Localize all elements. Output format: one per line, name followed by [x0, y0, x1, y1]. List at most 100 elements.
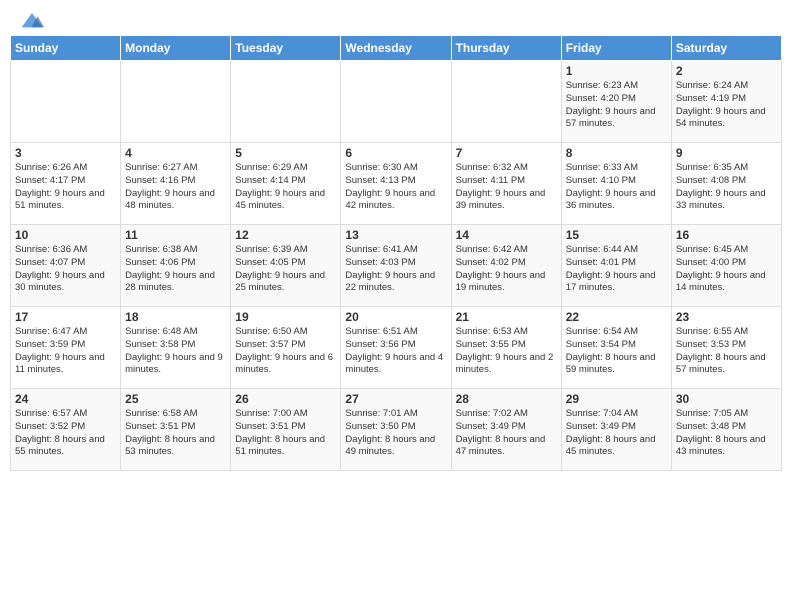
calendar-week-3: 10 Sunrise: 6:36 AM Sunset: 4:07 PM Dayli… [11, 225, 782, 307]
day-number: 7 [456, 146, 557, 160]
day-number: 25 [125, 392, 226, 406]
day-number: 11 [125, 228, 226, 242]
calendar-cell [341, 61, 451, 143]
day-detail: Sunrise: 6:51 AM Sunset: 3:56 PM Dayligh… [345, 326, 446, 377]
day-number: 17 [15, 310, 116, 324]
calendar-cell [451, 61, 561, 143]
calendar-cell [231, 61, 341, 143]
day-number: 28 [456, 392, 557, 406]
day-detail: Sunrise: 6:38 AM Sunset: 4:06 PM Dayligh… [125, 244, 226, 295]
weekday-header-wednesday: Wednesday [341, 36, 451, 61]
day-number: 29 [566, 392, 667, 406]
calendar-cell: 4 Sunrise: 6:27 AM Sunset: 4:16 PM Daylig… [121, 143, 231, 225]
weekday-header-friday: Friday [561, 36, 671, 61]
logo [20, 10, 48, 31]
weekday-header-thursday: Thursday [451, 36, 561, 61]
day-detail: Sunrise: 6:45 AM Sunset: 4:00 PM Dayligh… [676, 244, 777, 295]
day-detail: Sunrise: 6:55 AM Sunset: 3:53 PM Dayligh… [676, 326, 777, 377]
calendar: SundayMondayTuesdayWednesdayThursdayFrid… [10, 35, 782, 471]
calendar-cell: 29 Sunrise: 7:04 AM Sunset: 3:49 PM Dayli… [561, 389, 671, 471]
calendar-cell: 9 Sunrise: 6:35 AM Sunset: 4:08 PM Daylig… [671, 143, 781, 225]
calendar-cell: 28 Sunrise: 7:02 AM Sunset: 3:49 PM Dayli… [451, 389, 561, 471]
day-number: 23 [676, 310, 777, 324]
logo-icon [20, 11, 44, 31]
day-number: 8 [566, 146, 667, 160]
day-detail: Sunrise: 6:54 AM Sunset: 3:54 PM Dayligh… [566, 326, 667, 377]
day-detail: Sunrise: 6:33 AM Sunset: 4:10 PM Dayligh… [566, 162, 667, 213]
calendar-cell: 13 Sunrise: 6:41 AM Sunset: 4:03 PM Dayli… [341, 225, 451, 307]
day-number: 13 [345, 228, 446, 242]
day-number: 5 [235, 146, 336, 160]
day-number: 19 [235, 310, 336, 324]
day-number: 15 [566, 228, 667, 242]
day-number: 6 [345, 146, 446, 160]
weekday-header-saturday: Saturday [671, 36, 781, 61]
day-detail: Sunrise: 6:39 AM Sunset: 4:05 PM Dayligh… [235, 244, 336, 295]
calendar-cell: 2 Sunrise: 6:24 AM Sunset: 4:19 PM Daylig… [671, 61, 781, 143]
day-detail: Sunrise: 7:04 AM Sunset: 3:49 PM Dayligh… [566, 408, 667, 459]
day-detail: Sunrise: 7:02 AM Sunset: 3:49 PM Dayligh… [456, 408, 557, 459]
calendar-cell: 27Sunrise: 7:01 AM Sunset: 3:50 PM Dayli… [341, 389, 451, 471]
calendar-cell: 8 Sunrise: 6:33 AM Sunset: 4:10 PM Daylig… [561, 143, 671, 225]
calendar-cell [11, 61, 121, 143]
day-detail: Sunrise: 7:00 AM Sunset: 3:51 PM Dayligh… [235, 408, 336, 459]
calendar-cell: 16Sunrise: 6:45 AM Sunset: 4:00 PM Dayli… [671, 225, 781, 307]
day-number: 18 [125, 310, 226, 324]
day-detail: Sunrise: 6:35 AM Sunset: 4:08 PM Dayligh… [676, 162, 777, 213]
day-number: 26 [235, 392, 336, 406]
calendar-cell: 23 Sunrise: 6:55 AM Sunset: 3:53 PM Dayli… [671, 307, 781, 389]
day-number: 4 [125, 146, 226, 160]
calendar-cell: 14Sunrise: 6:42 AM Sunset: 4:02 PM Dayli… [451, 225, 561, 307]
calendar-week-2: 3 Sunrise: 6:26 AM Sunset: 4:17 PM Daylig… [11, 143, 782, 225]
calendar-cell: 3 Sunrise: 6:26 AM Sunset: 4:17 PM Daylig… [11, 143, 121, 225]
day-detail: Sunrise: 6:29 AM Sunset: 4:14 PM Dayligh… [235, 162, 336, 213]
day-detail: Sunrise: 6:32 AM Sunset: 4:11 PM Dayligh… [456, 162, 557, 213]
day-detail: Sunrise: 6:53 AM Sunset: 3:55 PM Dayligh… [456, 326, 557, 377]
day-number: 20 [345, 310, 446, 324]
calendar-cell: 5 Sunrise: 6:29 AM Sunset: 4:14 PM Daylig… [231, 143, 341, 225]
day-detail: Sunrise: 6:50 AM Sunset: 3:57 PM Dayligh… [235, 326, 336, 377]
day-detail: Sunrise: 6:41 AM Sunset: 4:03 PM Dayligh… [345, 244, 446, 295]
weekday-header-sunday: Sunday [11, 36, 121, 61]
day-detail: Sunrise: 6:57 AM Sunset: 3:52 PM Dayligh… [15, 408, 116, 459]
day-number: 9 [676, 146, 777, 160]
calendar-cell: 25 Sunrise: 6:58 AM Sunset: 3:51 PM Dayli… [121, 389, 231, 471]
page-container: SundayMondayTuesdayWednesdayThursdayFrid… [0, 0, 792, 471]
day-detail: Sunrise: 6:36 AM Sunset: 4:07 PM Dayligh… [15, 244, 116, 295]
calendar-cell: 21 Sunrise: 6:53 AM Sunset: 3:55 PM Dayli… [451, 307, 561, 389]
day-detail: Sunrise: 6:24 AM Sunset: 4:19 PM Dayligh… [676, 80, 777, 131]
day-number: 30 [676, 392, 777, 406]
calendar-cell: 18Sunrise: 6:48 AM Sunset: 3:58 PM Dayli… [121, 307, 231, 389]
calendar-cell: 22 Sunrise: 6:54 AM Sunset: 3:54 PM Dayli… [561, 307, 671, 389]
calendar-cell: 11 Sunrise: 6:38 AM Sunset: 4:06 PM Dayli… [121, 225, 231, 307]
calendar-cell: 1Sunrise: 6:23 AM Sunset: 4:20 PM Daylig… [561, 61, 671, 143]
day-number: 22 [566, 310, 667, 324]
calendar-cell: 7 Sunrise: 6:32 AM Sunset: 4:11 PM Daylig… [451, 143, 561, 225]
weekday-header-row: SundayMondayTuesdayWednesdayThursdayFrid… [11, 36, 782, 61]
calendar-cell: 26 Sunrise: 7:00 AM Sunset: 3:51 PM Dayli… [231, 389, 341, 471]
calendar-cell: 15Sunrise: 6:44 AM Sunset: 4:01 PM Dayli… [561, 225, 671, 307]
day-detail: Sunrise: 6:58 AM Sunset: 3:51 PM Dayligh… [125, 408, 226, 459]
calendar-cell: 24 Sunrise: 6:57 AM Sunset: 3:52 PM Dayli… [11, 389, 121, 471]
calendar-cell: 30 Sunrise: 7:05 AM Sunset: 3:48 PM Dayli… [671, 389, 781, 471]
page-header [0, 0, 792, 35]
day-number: 14 [456, 228, 557, 242]
day-detail: Sunrise: 6:27 AM Sunset: 4:16 PM Dayligh… [125, 162, 226, 213]
day-detail: Sunrise: 6:23 AM Sunset: 4:20 PM Dayligh… [566, 80, 667, 131]
day-detail: Sunrise: 7:05 AM Sunset: 3:48 PM Dayligh… [676, 408, 777, 459]
calendar-cell: 19 Sunrise: 6:50 AM Sunset: 3:57 PM Dayli… [231, 307, 341, 389]
day-number: 3 [15, 146, 116, 160]
day-number: 2 [676, 64, 777, 78]
calendar-cell: 17 Sunrise: 6:47 AM Sunset: 3:59 PM Dayli… [11, 307, 121, 389]
day-number: 21 [456, 310, 557, 324]
calendar-week-1: 1Sunrise: 6:23 AM Sunset: 4:20 PM Daylig… [11, 61, 782, 143]
calendar-cell: 10 Sunrise: 6:36 AM Sunset: 4:07 PM Dayli… [11, 225, 121, 307]
day-number: 10 [15, 228, 116, 242]
calendar-cell [121, 61, 231, 143]
day-detail: Sunrise: 6:30 AM Sunset: 4:13 PM Dayligh… [345, 162, 446, 213]
day-detail: Sunrise: 6:26 AM Sunset: 4:17 PM Dayligh… [15, 162, 116, 213]
day-detail: Sunrise: 7:01 AM Sunset: 3:50 PM Dayligh… [345, 408, 446, 459]
day-number: 24 [15, 392, 116, 406]
day-detail: Sunrise: 6:47 AM Sunset: 3:59 PM Dayligh… [15, 326, 116, 377]
weekday-header-monday: Monday [121, 36, 231, 61]
